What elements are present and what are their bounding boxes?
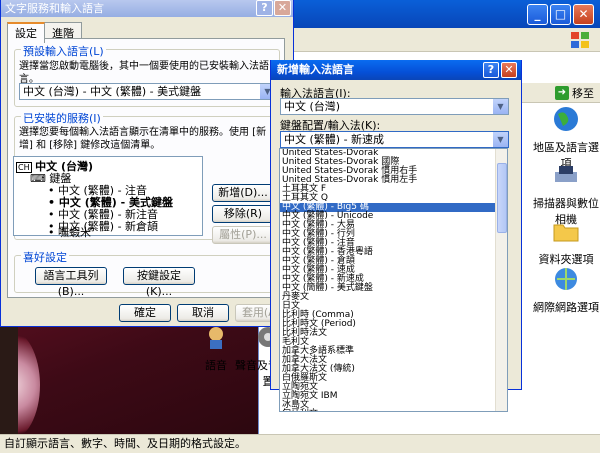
language-bar-button[interactable]: 語言工具列(B)... — [35, 267, 107, 298]
cancel-button[interactable]: 取消 — [177, 304, 229, 322]
input-language-select[interactable]: 中文 (台灣) ▼ — [280, 98, 509, 115]
minimize-button[interactable]: _ — [527, 4, 548, 25]
close-button[interactable]: ✕ — [274, 0, 291, 16]
cp-item-label: 網際網路選項 — [533, 301, 599, 314]
preferences-group: 喜好設定 語言工具列(B)... 按鍵設定(K)... — [14, 249, 280, 298]
chevron-down-icon[interactable]: ▼ — [493, 132, 508, 147]
maximize-button[interactable]: □ — [550, 4, 571, 25]
selected-value: 中文 (繁體) - 新速成 — [284, 133, 385, 146]
dialog-titlebar: 新增輸入法語言 ? ✕ — [271, 60, 521, 80]
internet-icon — [555, 268, 577, 290]
dropdown-option[interactable]: 匈牙利文 — [280, 410, 507, 412]
keyboard-icon: ⌨ — [30, 172, 46, 185]
dropdown-option[interactable]: 丹麥文 — [280, 293, 507, 302]
tree-item-label: 嘸蝦米 — [58, 226, 91, 239]
layout-dropdown-list[interactable]: United States-Dvorak United States-Dvorak… — [279, 148, 508, 412]
scanner-icon — [555, 166, 577, 182]
tree-item[interactable]: • 嘸蝦米 — [48, 226, 91, 239]
group-label: 已安裝的服務(I) — [21, 110, 103, 126]
selected-value: 中文 (台灣) — [284, 100, 341, 113]
scrollbar[interactable] — [495, 149, 507, 411]
folder-icon — [553, 224, 579, 242]
dialog-title: 文字服務和輸入語言 — [5, 2, 104, 15]
chevron-down-icon[interactable]: ▼ — [493, 99, 508, 114]
windows-logo-icon — [571, 32, 589, 48]
go-label: 移至 — [572, 87, 594, 100]
dropdown-option[interactable]: 立陶宛文 IBM — [280, 392, 507, 401]
group-label: 預設輸入語言(L) — [21, 43, 106, 59]
go-button[interactable]: ➜ 移至 — [555, 85, 594, 101]
group-label: 喜好設定 — [21, 249, 69, 265]
text-services-dialog: 文字服務和輸入語言 ? ✕ 設定 進階 預設輸入語言(L) 選擇當您啟動電腦後，… — [0, 0, 294, 327]
services-tree[interactable]: CH 中文 (台灣) ⌨ 鍵盤 • 中文 (繁體) - 注音 • 中文 (繁體)… — [13, 156, 203, 239]
close-button[interactable]: ✕ — [501, 62, 517, 78]
cp-item-internet-options[interactable]: 網際網路選項 — [531, 264, 600, 315]
desktop-strip — [0, 327, 18, 434]
properties-button[interactable]: 屬性(P)... — [212, 226, 274, 244]
status-bar: 自訂顯示語言、數字、時間、及日期的格式設定。 — [0, 434, 600, 453]
ok-button[interactable]: 確定 — [119, 304, 171, 322]
default-language-select[interactable]: 中文 (台灣) - 中文 (繁體) - 美式鍵盤 ▼ — [19, 83, 276, 100]
tab-settings[interactable]: 設定 — [7, 22, 45, 43]
remove-button[interactable]: 移除(R) — [212, 205, 274, 223]
dropdown-option[interactable]: 比利時法文 — [280, 329, 507, 338]
close-button[interactable]: ✕ — [573, 4, 594, 25]
control-panel-titlebar: _ □ ✕ — [259, 0, 600, 28]
help-button[interactable]: ? — [256, 0, 273, 16]
dialog-title: 新增輸入法語言 — [277, 63, 354, 76]
dialog-titlebar: 文字服務和輸入語言 ? ✕ — [1, 0, 293, 17]
layout-select[interactable]: 中文 (繁體) - 新速成 ▼ — [280, 131, 509, 148]
key-settings-button[interactable]: 按鍵設定(K)... — [123, 267, 195, 298]
group-description: 選擇您要每個輸入法語言顯示在清單中的服務。使用 [新增] 和 [移除] 鍵修改這… — [19, 127, 267, 151]
menu-bar — [259, 28, 600, 52]
add-button[interactable]: 新增(D)... — [212, 184, 274, 202]
scrollbar-thumb[interactable] — [497, 163, 507, 233]
globe-icon — [554, 107, 578, 131]
cp-item-folder-options[interactable]: 資料夾選項 — [531, 216, 600, 267]
selected-value: 中文 (台灣) - 中文 (繁體) - 美式鍵盤 — [23, 85, 202, 98]
help-button[interactable]: ? — [483, 62, 499, 78]
dropdown-option[interactable]: 中文 (簡體) - 美式鍵盤 — [280, 284, 507, 293]
go-arrow-icon: ➜ — [555, 86, 569, 100]
default-language-group: 預設輸入語言(L) 選擇當您啟動電腦後，其中一個要使用的已安裝輸入法語言。 中文… — [14, 43, 280, 107]
